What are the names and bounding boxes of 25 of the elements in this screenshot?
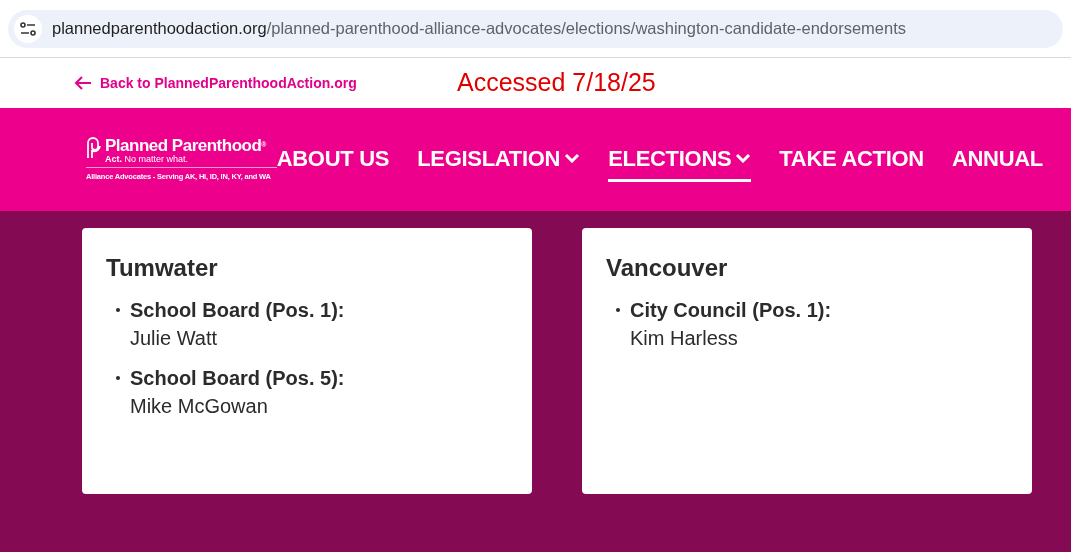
- back-link[interactable]: Back to PlannedParenthoodAction.org: [74, 72, 457, 94]
- candidate-name: Julie Watt: [130, 326, 219, 351]
- site-settings-icon[interactable]: [14, 14, 42, 43]
- bullet-icon: [616, 308, 620, 312]
- city-heading: Tumwater: [106, 253, 219, 283]
- nav-link[interactable]: ABOUT US: [276, 137, 390, 182]
- office-label: School Board (Pos. 5):: [130, 366, 345, 391]
- bullet-icon: [116, 376, 120, 380]
- access-annotation: Accessed 7/18/25: [457, 67, 656, 99]
- logo-tagline: Act. No matter what.: [105, 154, 190, 164]
- office-label: City Council (Pos. 1):: [630, 298, 832, 323]
- arrow-left-icon: [74, 76, 92, 90]
- candidate-name: Mike McGowan: [130, 394, 269, 419]
- logo-icon: [86, 136, 102, 159]
- candidate-name: Kim Harless: [630, 326, 739, 351]
- url-text: plannedparenthoodaction.org/planned-parenthood-alliance-advocates/elections/washington-candidate-endorsements: [52, 18, 906, 40]
- bullet-icon: [116, 308, 120, 312]
- nav-link[interactable]: ELECTIONS: [608, 137, 752, 182]
- nav-link[interactable]: LEGISLATION: [417, 137, 581, 182]
- logo-name: Planned Parenthood$^{®}$: [105, 136, 266, 154]
- nav-link[interactable]: ANNUAL: [951, 137, 1043, 182]
- office-label: School Board (Pos. 1):: [130, 298, 345, 323]
- address-bar[interactable]: plannedparenthoodaction.org/planned-parenthood-alliance-advocates/elections/washington-candidate-endorsements: [8, 9, 1063, 48]
- city-heading: Vancouver: [606, 253, 729, 283]
- nav-link[interactable]: TAKE ACTION: [779, 137, 924, 182]
